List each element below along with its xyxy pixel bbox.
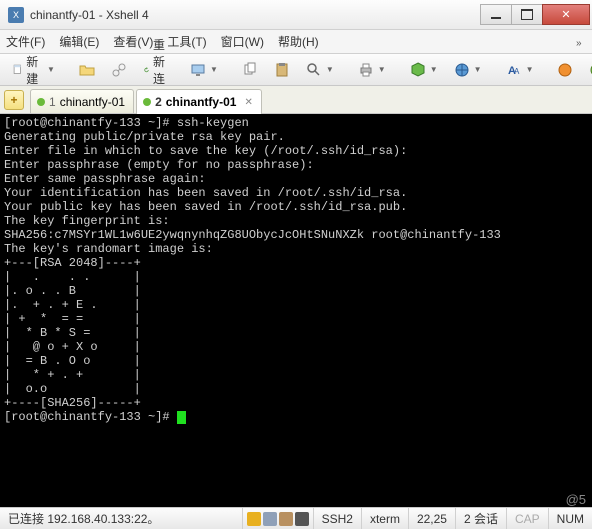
session-tab-1[interactable]: 1 chinantfy-01 bbox=[30, 89, 134, 113]
paste-icon bbox=[274, 62, 290, 78]
terminal-line: |. + . + E . | bbox=[4, 298, 141, 312]
tab-number: 1 bbox=[49, 95, 56, 109]
menu-view[interactable]: 查看(V) bbox=[113, 33, 153, 50]
terminal-line: Generating public/private rsa key pair. bbox=[4, 130, 285, 144]
add-tab-button[interactable]: + bbox=[4, 90, 24, 110]
tab-label: chinantfy-01 bbox=[60, 95, 125, 109]
globe-icon bbox=[454, 62, 470, 78]
terminal-cursor bbox=[177, 411, 186, 424]
connected-indicator-icon bbox=[143, 98, 151, 106]
tab-bar: + 1 chinantfy-01 2 chinantfy-01 ✕ bbox=[0, 86, 592, 114]
terminal-line: [root@chinantfy-133 ~]# bbox=[4, 410, 177, 424]
color2-button[interactable]: ▼ bbox=[448, 58, 488, 82]
menu-help[interactable]: 帮助(H) bbox=[278, 33, 319, 50]
terminal-line: Your identification has been saved in /r… bbox=[4, 186, 407, 200]
tool1-button[interactable] bbox=[551, 58, 579, 82]
print-button[interactable]: ▼ bbox=[352, 58, 392, 82]
printer-icon bbox=[358, 62, 374, 78]
terminal-line: Enter same passphrase again: bbox=[4, 172, 206, 186]
status-icon-1 bbox=[247, 512, 261, 526]
terminal-line: SHA256:c7MSYr1WL1w6UE2ywqnynhqZG8UObycJc… bbox=[4, 228, 501, 242]
terminal-line: |. o . . B | bbox=[4, 284, 141, 298]
search-icon bbox=[306, 62, 322, 78]
terminal-line: | = B . O o | bbox=[4, 354, 141, 368]
connected-indicator-icon bbox=[37, 98, 45, 106]
terminal-line: Your public key has been saved in /root/… bbox=[4, 200, 407, 214]
menu-window[interactable]: 窗口(W) bbox=[221, 33, 264, 50]
open-button[interactable] bbox=[73, 58, 101, 82]
terminal-line: | . . . | bbox=[4, 270, 141, 284]
copy-icon bbox=[242, 62, 258, 78]
monitor-icon bbox=[190, 62, 206, 78]
reconnect-button[interactable]: 重新连接 bbox=[137, 58, 180, 82]
status-cursor-pos: 22,25 bbox=[409, 508, 456, 529]
link-button[interactable] bbox=[105, 58, 133, 82]
close-window-button[interactable] bbox=[542, 4, 590, 25]
terminal-line: Enter passphrase (empty for no passphras… bbox=[4, 158, 314, 172]
terminal-line: | * + . + | bbox=[4, 368, 141, 382]
tool2-button[interactable] bbox=[583, 58, 592, 82]
status-num-lock: NUM bbox=[549, 508, 592, 529]
document-icon bbox=[12, 62, 23, 78]
terminal-line: +----[SHA256]-----+ bbox=[4, 396, 141, 410]
app-icon: X bbox=[8, 7, 24, 23]
menu-bar: 文件(F) 编辑(E) 查看(V) 工具(T) 窗口(W) 帮助(H) bbox=[0, 30, 592, 54]
paste-button[interactable] bbox=[268, 58, 296, 82]
toolbar: 新建 ▼ 重新连接 ▼ ▼ ▼ ▼ ▼ AA▼ bbox=[0, 54, 592, 86]
terminal-line: Enter file in which to save the key (/ro… bbox=[4, 144, 407, 158]
watermark: @5 bbox=[566, 492, 586, 507]
terminal-line: The key fingerprint is: bbox=[4, 214, 170, 228]
font-icon: AA bbox=[506, 62, 522, 78]
search-button[interactable]: ▼ bbox=[300, 58, 340, 82]
tab-label: chinantfy-01 bbox=[166, 95, 237, 109]
status-sessions: 2 会话 bbox=[456, 508, 507, 529]
terminal-line: The key's randomart image is: bbox=[4, 242, 213, 256]
status-bar: 已连接 192.168.40.133:22。 SSH2 xterm 22,25 … bbox=[0, 507, 592, 529]
copy-button[interactable] bbox=[236, 58, 264, 82]
menu-edit[interactable]: 编辑(E) bbox=[59, 33, 99, 50]
status-icon-2 bbox=[263, 512, 277, 526]
minimize-button[interactable] bbox=[480, 4, 512, 25]
shell-orange-icon bbox=[557, 62, 573, 78]
menu-file[interactable]: 文件(F) bbox=[6, 33, 45, 50]
terminal-line: | @ o + X o | bbox=[4, 340, 141, 354]
font-button[interactable]: AA▼ bbox=[500, 58, 540, 82]
folder-icon bbox=[79, 62, 95, 78]
terminal-line: +---[RSA 2048]----+ bbox=[4, 256, 141, 270]
terminal-line: | o.o | bbox=[4, 382, 141, 396]
session-tab-2[interactable]: 2 chinantfy-01 ✕ bbox=[136, 89, 262, 114]
terminal-line: | + * = = | bbox=[4, 312, 141, 326]
status-icons bbox=[243, 508, 314, 529]
status-icon-3 bbox=[279, 512, 293, 526]
tab-number: 2 bbox=[155, 95, 162, 109]
tab-close-button[interactable]: ✕ bbox=[244, 97, 252, 108]
toolbar-overflow[interactable]: » bbox=[576, 38, 588, 49]
status-protocol: SSH2 bbox=[314, 508, 362, 529]
maximize-button[interactable] bbox=[511, 4, 543, 25]
status-icon-4 bbox=[295, 512, 309, 526]
terminal-line: | * B * S = | bbox=[4, 326, 141, 340]
new-label: 新建 bbox=[26, 53, 43, 87]
status-connection: 已连接 192.168.40.133:22。 bbox=[0, 508, 243, 529]
profile-button[interactable]: ▼ bbox=[184, 58, 224, 82]
svg-text:A: A bbox=[514, 67, 520, 76]
titlebar: X chinantfy-01 - Xshell 4 bbox=[0, 0, 592, 30]
status-term-type: xterm bbox=[362, 508, 409, 529]
cube-green-icon bbox=[410, 62, 426, 78]
terminal-line: [root@chinantfy-133 ~]# ssh-keygen bbox=[4, 116, 249, 130]
window-title: chinantfy-01 - Xshell 4 bbox=[30, 8, 481, 22]
terminal-output[interactable]: [root@chinantfy-133 ~]# ssh-keygen Gener… bbox=[0, 114, 592, 525]
link-icon bbox=[111, 62, 127, 78]
color1-button[interactable]: ▼ bbox=[404, 58, 444, 82]
new-session-button[interactable]: 新建 ▼ bbox=[6, 58, 61, 82]
status-cap-lock: CAP bbox=[507, 508, 549, 529]
refresh-icon bbox=[143, 62, 150, 78]
